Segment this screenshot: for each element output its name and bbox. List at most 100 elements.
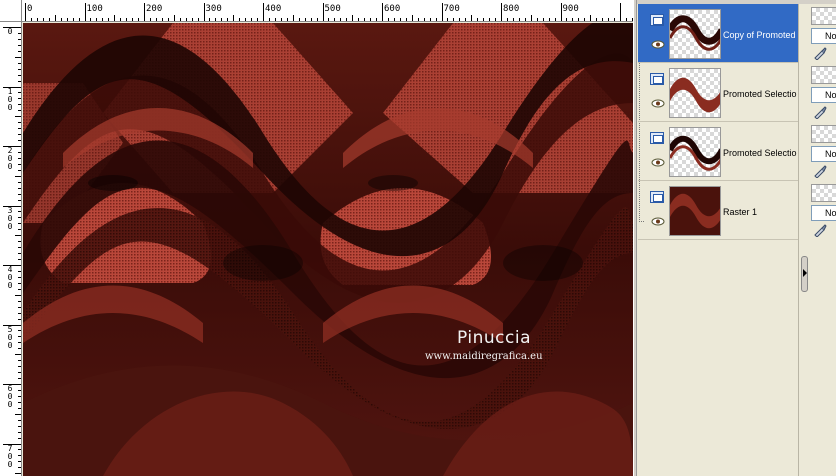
layer-row-copy-of-promoted[interactable]: Copy of Promoted [638, 4, 798, 63]
layer-thumbnail [669, 68, 721, 118]
ruler-tick [512, 18, 514, 21]
ruler-tick [108, 18, 110, 21]
ruler-label: 0 [7, 27, 13, 36]
vertical-ruler: 0 100 200 300 400 500 600 700 [0, 22, 22, 476]
ruler-tick [18, 288, 21, 290]
ruler-tick [18, 467, 21, 469]
ruler-tick [18, 425, 21, 427]
ruler-label: 400 [7, 265, 13, 290]
brush-icon[interactable] [813, 223, 827, 237]
ruler-tick [566, 18, 568, 21]
ruler-label: 400 [265, 4, 282, 14]
ruler-tick [18, 461, 21, 463]
image-canvas[interactable]: Pinuccia www.maidiregrafica.eu [23, 23, 633, 476]
ruler-tick [316, 18, 318, 21]
visibility-eye-icon[interactable] [651, 40, 665, 49]
brush-icon[interactable] [813, 46, 827, 60]
ruler-tick [15, 473, 21, 475]
ruler-tick [18, 389, 21, 391]
ruler-tick [18, 276, 21, 278]
ruler-tick [477, 18, 479, 21]
ruler-tick [399, 18, 401, 21]
blend-mode-select[interactable]: No [811, 87, 836, 103]
ruler-label: 200 [146, 4, 163, 14]
ruler-tick [18, 62, 21, 64]
ruler-tick [18, 312, 21, 314]
ruler-tick [18, 98, 21, 100]
ruler-tick [18, 110, 21, 112]
ruler-tick [501, 3, 502, 21]
layer-thumbnail [669, 186, 721, 236]
ruler-tick [405, 18, 407, 21]
ruler-tick [18, 253, 21, 255]
mask-thumbnail [811, 7, 836, 25]
visibility-eye-icon[interactable] [651, 158, 665, 167]
visibility-eye-icon[interactable] [651, 99, 665, 108]
ruler-tick [54, 15, 56, 21]
ruler-tick [72, 18, 74, 21]
blend-mode-select[interactable]: No [811, 28, 836, 44]
ruler-tick [114, 15, 116, 21]
brush-icon[interactable] [813, 164, 827, 178]
ruler-tick [352, 15, 354, 21]
ruler-tick [18, 74, 21, 76]
layer-props-row: No [799, 122, 836, 181]
layer-row-promoted-selection-1[interactable]: Promoted Selectio [638, 63, 798, 122]
ruler-tick [286, 18, 288, 21]
brush-icon[interactable] [813, 105, 827, 119]
ruler-tick [18, 270, 21, 272]
layer-row-promoted-selection-2[interactable]: Promoted Selectio [638, 122, 798, 181]
ruler-tick [304, 18, 306, 21]
ruler-tick [18, 128, 21, 130]
ruler-tick [18, 372, 21, 374]
ruler-tick [18, 223, 21, 225]
ruler-tick [215, 18, 217, 21]
ruler-tick [18, 50, 21, 52]
ruler-tick [132, 18, 134, 21]
ruler-tick [149, 18, 151, 21]
layer-name: Promoted Selectio [723, 89, 797, 99]
ruler-tick [18, 336, 21, 338]
ruler-tick [15, 354, 21, 356]
ruler-label: 100 [7, 86, 13, 112]
layer-row-raster-1[interactable]: Raster 1 [638, 181, 798, 240]
ruler-label: 700 [443, 4, 460, 14]
ruler-tick [18, 431, 21, 433]
ruler-tick [233, 15, 235, 21]
ruler-tick [18, 229, 21, 231]
ruler-tick [376, 18, 378, 21]
ruler-tick [429, 18, 431, 21]
ruler-tick [560, 3, 562, 21]
visibility-eye-icon[interactable] [651, 217, 665, 226]
ruler-tick [441, 3, 443, 21]
ruler-tick [173, 15, 175, 21]
ruler-tick [298, 18, 300, 21]
ruler-tick [18, 92, 21, 94]
ruler-tick [554, 18, 556, 21]
ruler-tick [18, 437, 21, 439]
ruler-tick [197, 18, 199, 21]
ruler-tick [393, 18, 395, 21]
ruler-tick [435, 18, 437, 21]
ruler-tick [602, 18, 604, 21]
blend-mode-select[interactable]: No [811, 205, 836, 221]
raster-layer-icon [650, 14, 664, 26]
ruler-tick [346, 18, 348, 21]
ruler-tick [15, 413, 21, 415]
mask-thumbnail [811, 184, 836, 202]
ruler-tick [625, 18, 627, 21]
blend-mode-select[interactable]: No [811, 146, 836, 162]
ruler-tick [18, 407, 21, 409]
paint-app-window: 0 100 200 300 400 500 600 700 800 900 0 100 200 300 4… [0, 0, 836, 476]
ruler-corner [0, 0, 22, 22]
ruler-tick [42, 18, 44, 21]
ruler-tick [18, 360, 21, 362]
panel-expand-arrow-icon[interactable] [801, 256, 808, 292]
wave-artwork [23, 23, 633, 476]
ruler-tick [18, 366, 21, 368]
ruler-tick [18, 378, 21, 380]
panel-splitter[interactable] [633, 0, 637, 476]
ruler-tick [614, 18, 616, 21]
ruler-tick [138, 18, 140, 21]
ruler-tick [370, 18, 372, 21]
